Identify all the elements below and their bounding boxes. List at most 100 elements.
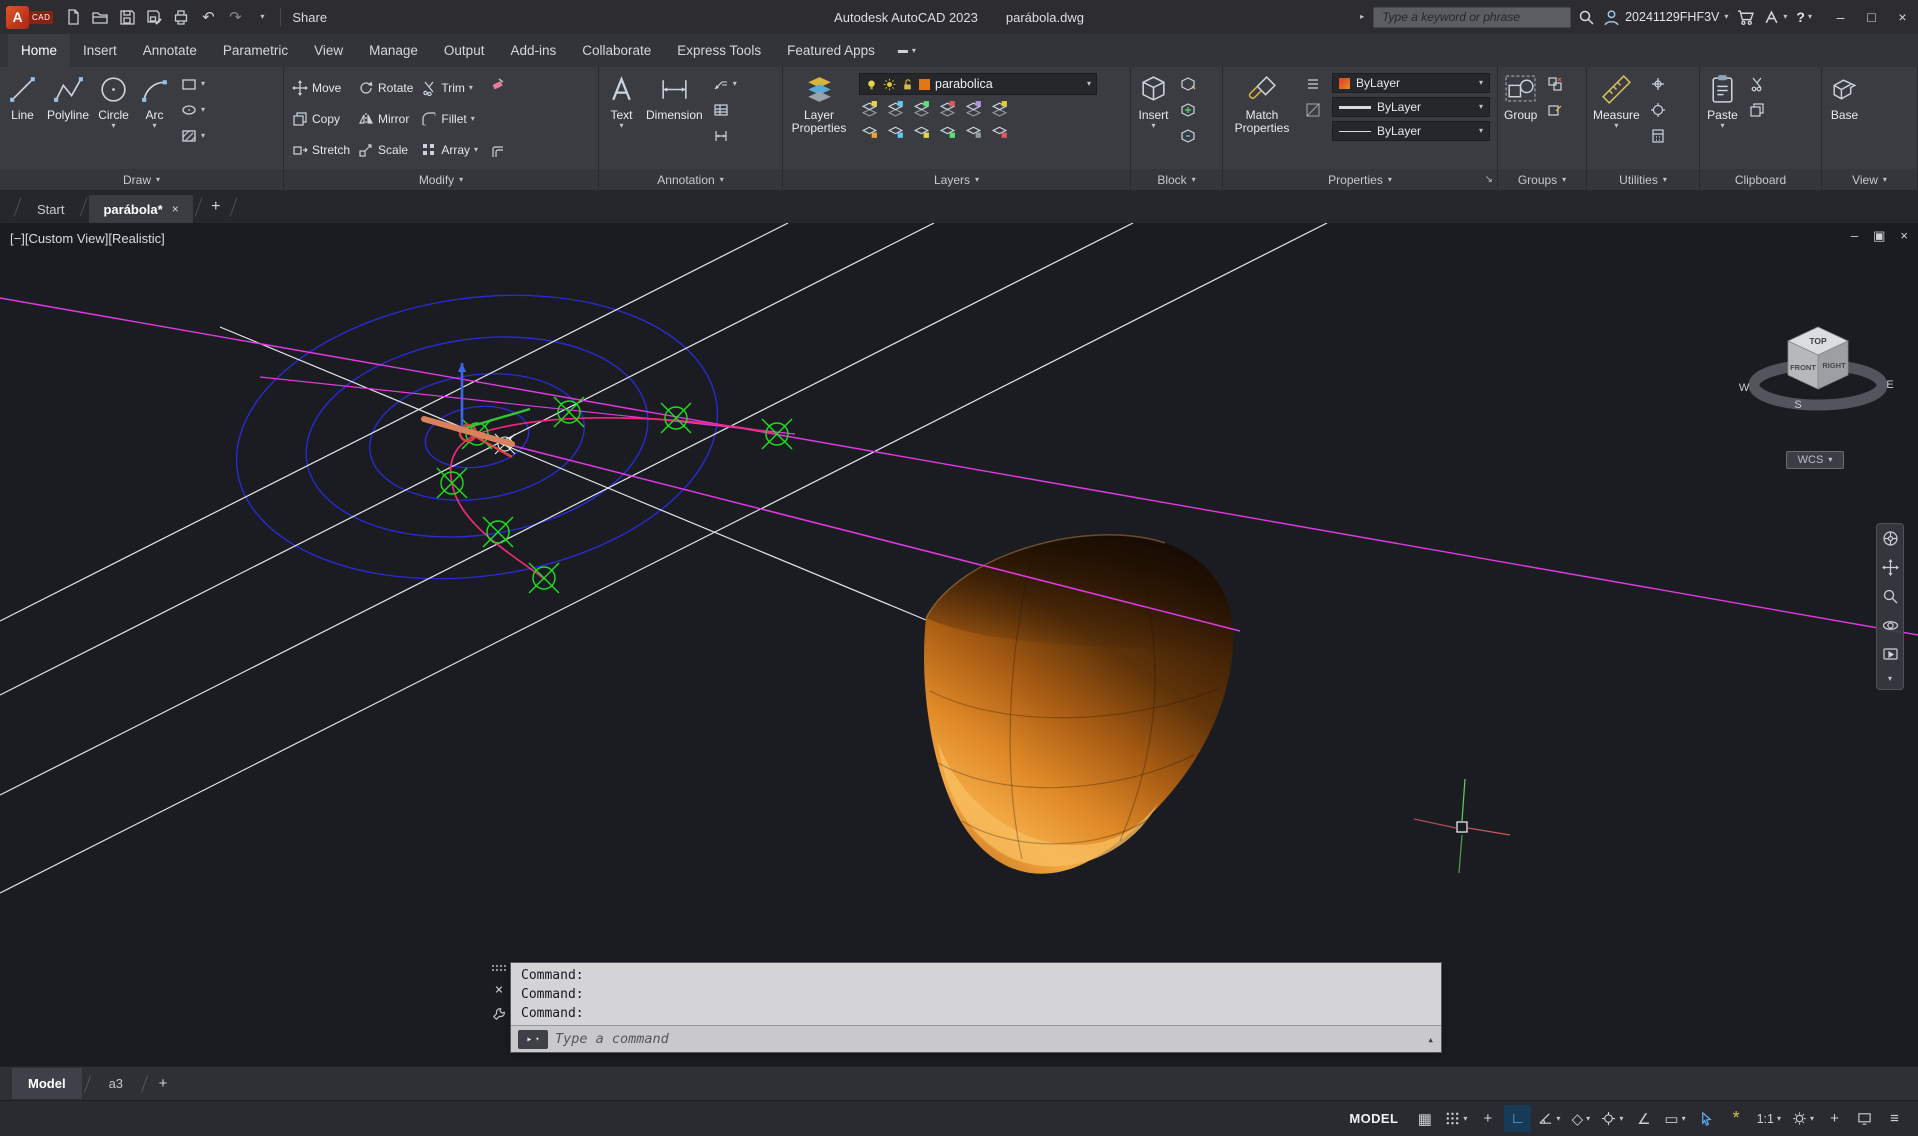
panel-properties-title[interactable]: Properties ▾ ↘ [1223, 169, 1497, 190]
match-properties-button[interactable]: Match Properties [1226, 70, 1298, 139]
tab-close-icon[interactable]: × [172, 202, 179, 216]
help-button[interactable]: ? ▾ [1796, 9, 1812, 25]
compass-west-label[interactable]: W [1739, 382, 1750, 394]
command-settings-wrench-icon[interactable] [492, 1007, 506, 1021]
point-marker[interactable] [660, 402, 692, 434]
dynamic-input-button[interactable]: + [1474, 1105, 1501, 1132]
insert-button[interactable]: Insert ▾ [1134, 70, 1173, 133]
polyline-button[interactable]: Polyline [44, 70, 92, 125]
offset-button[interactable] [487, 143, 509, 161]
point-marker[interactable] [761, 418, 793, 450]
save-button[interactable] [115, 4, 139, 30]
model-space-button[interactable]: MODEL [1339, 1105, 1408, 1132]
maximize-button[interactable]: □ [1856, 0, 1887, 34]
ribbon-tab-parametric[interactable]: Parametric [210, 34, 301, 67]
ellipse-button[interactable]: ▾ [178, 101, 208, 119]
id-point-button[interactable] [1647, 101, 1669, 119]
viewport-close-button[interactable]: × [1900, 228, 1908, 244]
layer-tool-button[interactable] [913, 123, 930, 140]
layer-tool-button[interactable] [861, 123, 878, 140]
viewport-minimize-control[interactable]: [−] [10, 231, 25, 246]
close-button[interactable]: × [1887, 0, 1918, 34]
move-button[interactable]: Move [289, 79, 353, 97]
workspace-switching-button[interactable]: ▾ [1788, 1105, 1818, 1132]
minimize-button[interactable]: – [1825, 0, 1856, 34]
dimension-button[interactable]: Dimension [643, 70, 706, 125]
ribbon-tab-insert[interactable]: Insert [70, 34, 130, 67]
search-input[interactable] [1373, 6, 1572, 28]
ortho-mode-button[interactable]: ∟ [1504, 1105, 1532, 1132]
panel-draw-title[interactable]: Draw ▾ [0, 169, 283, 190]
command-input[interactable] [555, 1031, 1421, 1047]
dimension-style-button[interactable] [710, 127, 740, 145]
chevron-down-icon[interactable]: ▾ [1888, 675, 1892, 683]
qat-customize-button[interactable]: ▾ [250, 4, 274, 30]
store-cart-button[interactable] [1737, 9, 1755, 26]
ribbon-tab-output[interactable]: Output [431, 34, 498, 67]
scale-button[interactable]: Scale [355, 141, 416, 159]
viewport-restore-button[interactable]: ▣ [1873, 228, 1885, 244]
point-marker[interactable] [528, 562, 560, 594]
block-attributes-button[interactable] [1177, 127, 1199, 145]
polar-tracking-button[interactable]: ▾ [1534, 1105, 1564, 1132]
ribbon-tab-view[interactable]: View [301, 34, 356, 67]
share-button[interactable]: Share [287, 10, 327, 25]
redo-button[interactable]: ↷ [223, 4, 247, 30]
layer-tool-button[interactable] [965, 123, 982, 140]
text-button[interactable]: Text ▾ [602, 70, 641, 133]
new-file-button[interactable] [61, 4, 85, 30]
layout-tab-model[interactable]: Model [12, 1068, 82, 1099]
new-layout-button[interactable]: + [150, 1071, 176, 1097]
panel-block-title[interactable]: Block ▾ [1131, 169, 1222, 190]
table-button[interactable] [710, 101, 740, 119]
stretch-button[interactable]: Stretch [289, 141, 353, 159]
autotrack-button[interactable]: ▾ [1597, 1105, 1627, 1132]
undo-button[interactable]: ↶ [196, 4, 220, 30]
panel-utilities-title[interactable]: Utilities ▾ [1587, 169, 1699, 190]
layer-properties-button[interactable]: Layer Properties [786, 70, 852, 139]
panel-layers-title[interactable]: Layers ▾ [783, 169, 1130, 190]
hatch-button[interactable]: ▾ [178, 127, 208, 145]
circle-button[interactable]: Circle ▾ [94, 70, 133, 133]
rectangle-button[interactable]: ▾ [178, 75, 208, 93]
measure-button[interactable]: Measure ▾ [1590, 70, 1643, 133]
layer-tool-button[interactable] [965, 100, 982, 117]
wcs-control[interactable]: WCS ▾ [1786, 451, 1844, 469]
layer-tool-button[interactable] [887, 123, 904, 140]
mirror-button[interactable]: Mirror [355, 110, 416, 128]
customization-button[interactable]: ≡ [1881, 1105, 1908, 1132]
fillet-button[interactable]: Fillet ▾ [418, 110, 481, 128]
linetype-combo[interactable]: ByLayer ▾ [1332, 121, 1490, 141]
panel-launcher-icon[interactable]: ↘ [1485, 174, 1493, 185]
layer-tool-button[interactable] [887, 100, 904, 117]
group-button[interactable]: Group [1501, 70, 1540, 125]
command-close-icon[interactable]: × [495, 983, 503, 997]
arc-button[interactable]: Arc ▾ [135, 70, 174, 133]
ribbon-tab-featured-apps[interactable]: Featured Apps [774, 34, 888, 67]
selection-cycling-button[interactable] [1693, 1105, 1720, 1132]
pan-icon[interactable] [1881, 559, 1899, 576]
command-drag-handle[interactable] [490, 964, 508, 973]
ribbon-tab-annotate[interactable]: Annotate [130, 34, 210, 67]
plot-button[interactable] [169, 4, 193, 30]
panel-view-title[interactable]: View ▾ [1822, 169, 1917, 190]
snap-mode-button[interactable]: ▾ [1441, 1105, 1471, 1132]
autodesk-app-button[interactable]: ▾ [1763, 9, 1787, 26]
ribbon-tab-collaborate[interactable]: Collaborate [569, 34, 664, 67]
paraboloid-solid[interactable] [924, 528, 1234, 874]
ribbon-tab-express-tools[interactable]: Express Tools [664, 34, 774, 67]
point-style-button[interactable] [1647, 75, 1669, 93]
annotation-scale-button[interactable]: * [1723, 1105, 1750, 1132]
model-viewport[interactable]: W S E TOP FRONT RIGHT [−] [Custom View] … [0, 223, 1918, 1066]
panel-annotation-title[interactable]: Annotation ▾ [599, 169, 782, 190]
compass-south-label[interactable]: S [1794, 399, 1801, 411]
paste-button[interactable]: Paste ▾ [1703, 70, 1742, 133]
point-marker[interactable] [553, 396, 585, 428]
rotate-button[interactable]: Rotate [355, 79, 416, 97]
properties-list-button[interactable] [1302, 75, 1324, 93]
ribbon-tab-manage[interactable]: Manage [356, 34, 431, 67]
trim-button[interactable]: Trim ▾ [418, 79, 481, 97]
zoom-icon[interactable] [1882, 588, 1899, 605]
command-expand-icon[interactable]: ▴ [1427, 1033, 1434, 1046]
panel-modify-title[interactable]: Modify ▾ [284, 169, 598, 190]
